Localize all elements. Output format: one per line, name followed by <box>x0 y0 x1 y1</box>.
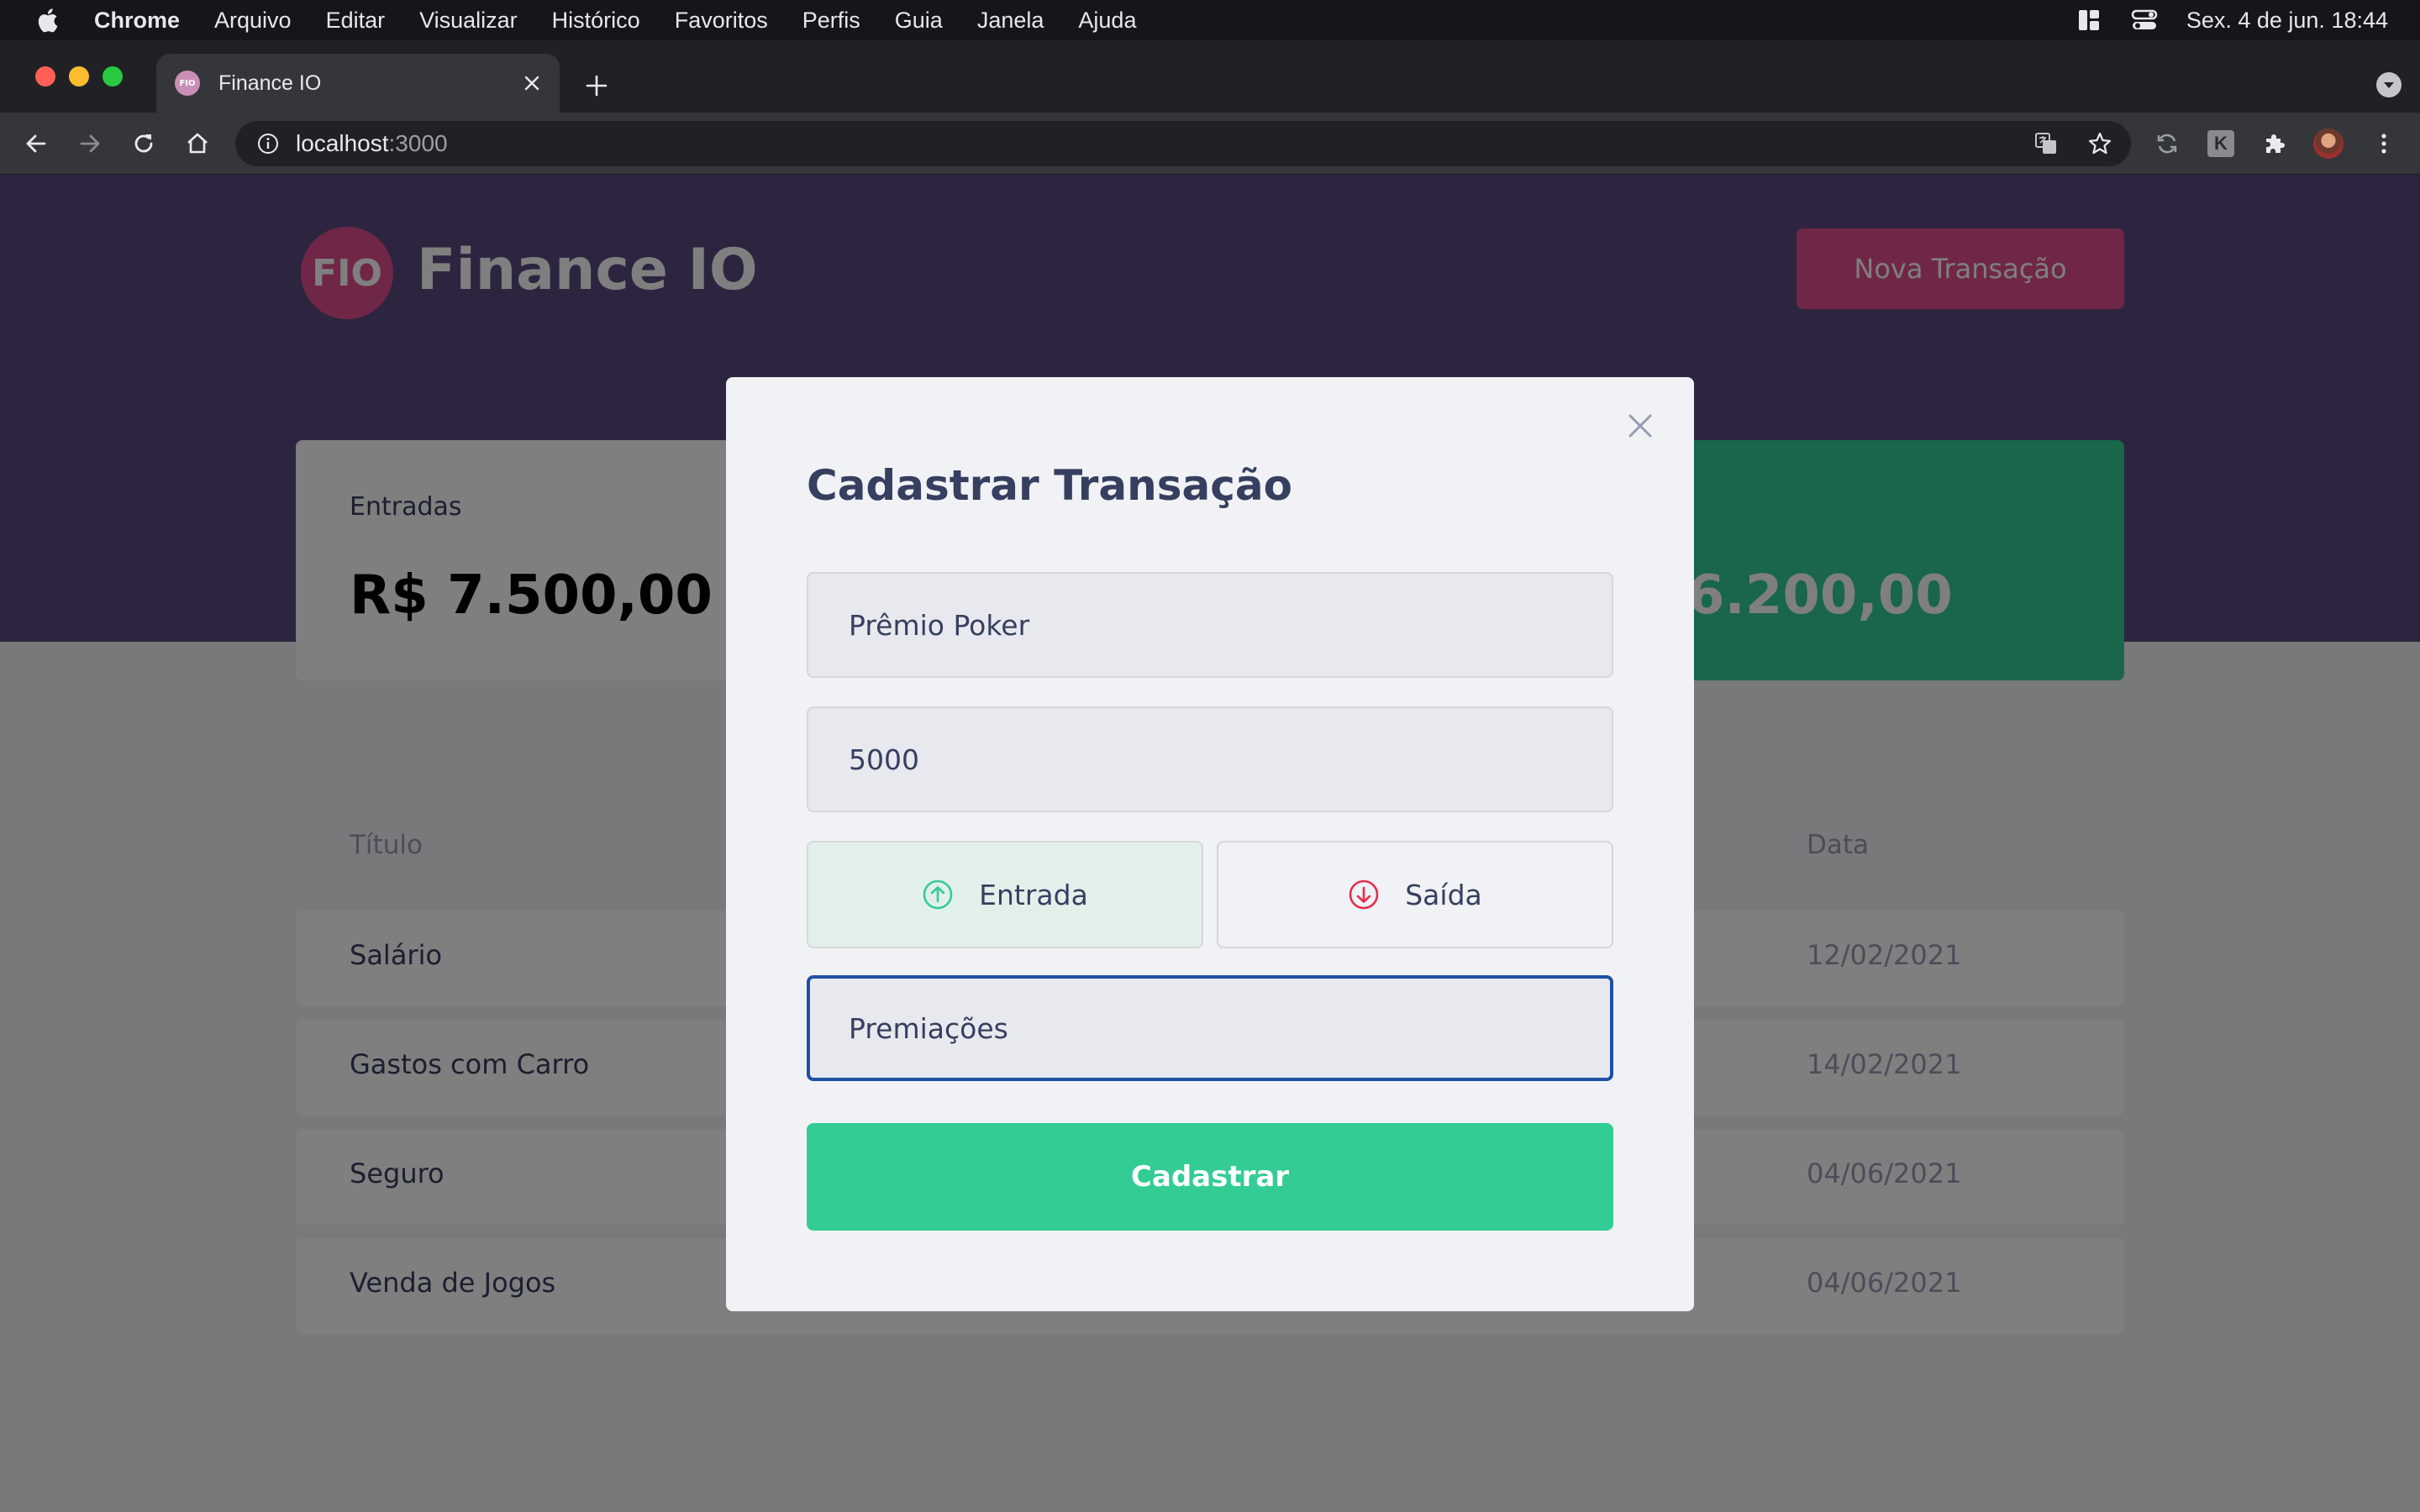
title-input[interactable] <box>807 572 1613 678</box>
window-minimize-button[interactable] <box>69 66 89 87</box>
window-zoom-button[interactable] <box>103 66 123 87</box>
menu-editar[interactable]: Editar <box>326 8 386 34</box>
address-bar[interactable]: localhost:3000 <box>235 121 2131 166</box>
macos-menu-bar: Chrome Arquivo Editar Visualizar Históri… <box>0 0 2420 40</box>
category-input[interactable] <box>807 975 1613 1081</box>
outcome-type-button[interactable]: Saída <box>1217 841 1613 948</box>
url-text: localhost:3000 <box>296 130 448 157</box>
layout-icon[interactable] <box>2075 8 2102 33</box>
favicon: FIO <box>175 71 200 96</box>
income-type-label: Entrada <box>979 878 1088 911</box>
close-icon[interactable] <box>519 71 544 96</box>
control-center-icon[interactable] <box>2131 8 2158 33</box>
menu-arquivo[interactable]: Arquivo <box>214 8 292 34</box>
menu-historico[interactable]: Histórico <box>552 8 640 34</box>
plus-icon[interactable] <box>578 67 615 104</box>
profile-avatar[interactable] <box>2311 126 2346 161</box>
income-type-button[interactable]: Entrada <box>807 841 1203 948</box>
menu-perfis[interactable]: Perfis <box>802 8 860 34</box>
url-host: localhost <box>296 130 389 156</box>
submit-button[interactable]: Cadastrar <box>807 1123 1613 1231</box>
chevron-down-icon[interactable] <box>2376 72 2402 97</box>
chrome-tab-strip: FIO Finance IO <box>0 40 2420 113</box>
puzzle-icon[interactable] <box>2257 126 2292 161</box>
outcome-type-label: Saída <box>1405 878 1482 911</box>
modal-title: Cadastrar Transação <box>807 461 1292 510</box>
close-icon[interactable] <box>1622 407 1659 444</box>
kebab-icon[interactable] <box>2366 126 2402 161</box>
translate-icon[interactable] <box>2032 129 2060 158</box>
back-icon[interactable] <box>18 126 54 161</box>
home-icon[interactable] <box>180 126 215 161</box>
menu-ajuda[interactable]: Ajuda <box>1078 8 1136 34</box>
amount-input[interactable] <box>807 706 1613 812</box>
menu-chrome[interactable]: Chrome <box>94 8 180 34</box>
menu-favoritos[interactable]: Favoritos <box>675 8 768 34</box>
star-icon[interactable] <box>2086 129 2114 158</box>
sync-icon[interactable] <box>2149 126 2185 161</box>
info-icon[interactable] <box>255 131 281 156</box>
menu-guia[interactable]: Guia <box>895 8 943 34</box>
arrow-up-circle-icon <box>922 879 954 911</box>
avatar <box>2313 129 2344 159</box>
chrome-toolbar: localhost:3000 K <box>0 113 2420 175</box>
menubar-clock[interactable]: Sex. 4 de jun. 18:44 <box>2186 8 2388 34</box>
menu-janela[interactable]: Janela <box>977 8 1044 34</box>
tab-title: Finance IO <box>218 71 322 95</box>
forward-icon[interactable] <box>72 126 108 161</box>
browser-tab[interactable]: FIO Finance IO <box>156 54 560 113</box>
new-transaction-modal: Cadastrar Transação Entrada Saída Cadast… <box>726 377 1694 1311</box>
k-extension-icon[interactable]: K <box>2203 126 2238 161</box>
url-port: :3000 <box>388 130 448 156</box>
apple-icon[interactable] <box>34 5 64 35</box>
reload-icon[interactable] <box>126 126 161 161</box>
menu-visualizar[interactable]: Visualizar <box>419 8 518 34</box>
window-close-button[interactable] <box>35 66 55 87</box>
k-extension-label: K <box>2207 130 2234 157</box>
arrow-down-circle-icon <box>1348 879 1380 911</box>
